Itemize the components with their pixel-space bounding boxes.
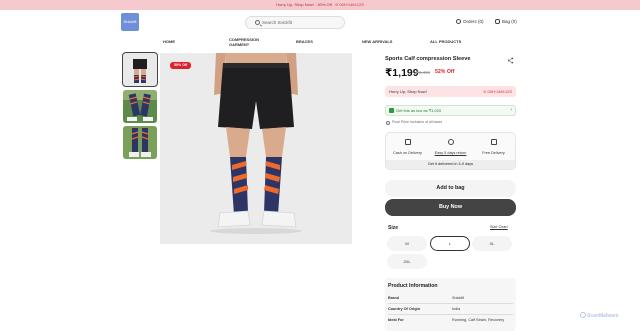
feature-cod-label: Cash on Delivery — [393, 151, 422, 155]
nav-item-home[interactable]: HOME — [163, 39, 175, 44]
hurry-timer: ⊙ 00H:14M:12S — [483, 89, 512, 94]
orders-label: Orders (0) — [463, 19, 484, 24]
search-placeholder: Search Snickfit — [262, 20, 293, 25]
promo-text: Hurry Up, Shop Now! - 50% Off — [276, 2, 332, 7]
user-icon — [456, 19, 461, 24]
watermark-text: ScanMalware — [587, 313, 619, 319]
thumbnail-1[interactable] — [122, 52, 158, 87]
info-value: Snickfit — [452, 296, 465, 300]
nav-item-braces[interactable]: BRACES — [296, 39, 313, 44]
divider — [388, 314, 513, 315]
size-option-m[interactable]: M — [387, 236, 427, 251]
thumbnail-2[interactable] — [123, 90, 157, 123]
nav-item-compression-garment[interactable]: COMPRESSION GARMENT — [229, 37, 263, 47]
brand-logo[interactable]: Snickfit — [121, 13, 139, 31]
feature-cod: Cash on Delivery — [386, 139, 429, 155]
main-product-image[interactable] — [160, 53, 352, 244]
shield-icon — [580, 312, 586, 318]
search-input[interactable]: Search Snickfit — [245, 16, 345, 29]
info-key: Ideal For — [388, 318, 404, 322]
rupee-icon — [404, 139, 411, 145]
info-key: Brand — [388, 296, 399, 300]
deal-text: Get this as low as ₹1,020 — [396, 108, 442, 113]
promo-banner: Hurry Up, Shop Now! - 50% Off ⊙ 00H:14M:… — [0, 0, 640, 10]
size-chart-link[interactable]: Size Chart — [490, 225, 508, 229]
scanmalware-watermark: ScanMalware — [580, 312, 619, 319]
product-price: ₹1,199 — [385, 67, 419, 79]
size-option-2xl[interactable]: 2XL — [387, 254, 427, 269]
truck-icon — [490, 139, 497, 145]
promo-timer: ⊙ 00H:14M:12S — [334, 2, 364, 7]
delivery-estimate: Get it delivered in 4-9 days — [386, 160, 515, 169]
final-price-note: Final Price Inclusive of all taxes — [385, 120, 442, 125]
feature-returns-label[interactable]: Easy 5 days return — [435, 151, 467, 155]
feature-free-delivery: Free Delivery — [472, 139, 515, 155]
add-to-bag-button[interactable]: Add to bag — [385, 180, 516, 197]
chevron-right-icon: › — [510, 107, 512, 113]
nav-item-new-arrivals[interactable]: NEW ARRIVALS — [362, 39, 392, 44]
buy-now-button[interactable]: Buy Now — [385, 199, 516, 216]
offer-tag-icon — [389, 108, 394, 113]
site-header: Snickfit Search Snickfit Orders (0) Bag … — [0, 10, 640, 36]
hurry-text: Hurry Up, Shop Now! — [389, 89, 427, 94]
bag-icon — [495, 19, 500, 24]
info-value: India — [452, 307, 461, 311]
product-mrp: ₹2,499 — [416, 70, 431, 75]
info-value: Running, Calf Strain, Recovery — [452, 318, 505, 322]
features-box: Cash on Delivery Easy 5 days return Free… — [385, 132, 516, 170]
orders-link[interactable]: Orders (0) — [456, 18, 484, 25]
info-icon — [386, 120, 390, 125]
bag-label: Bag (0) — [502, 19, 517, 24]
product-info-heading: Product Information — [388, 283, 438, 289]
info-key: Country Of Origin — [388, 307, 421, 311]
thumbnail-3[interactable] — [123, 126, 157, 159]
size-option-xl[interactable]: XL — [472, 236, 512, 251]
feature-returns[interactable]: Easy 5 days return — [429, 139, 472, 155]
product-discount: 52% Off — [435, 69, 455, 75]
hurry-banner: Hurry Up, Shop Now! ⊙ 00H:14M:12S — [385, 86, 516, 97]
return-icon — [447, 139, 454, 145]
bag-link[interactable]: Bag (0) — [495, 18, 517, 25]
size-option-l[interactable]: L — [430, 236, 470, 251]
nav-item-all-products[interactable]: ALL PRODUCTS — [430, 39, 461, 44]
search-icon — [255, 20, 260, 25]
final-price-text: Final Price Inclusive of all taxes — [392, 120, 443, 124]
best-deal-offer[interactable]: Get this as low as ₹1,020 › — [385, 105, 516, 116]
product-title: Sports Calf compression Sleeve — [385, 56, 471, 62]
feature-delivery-label: Free Delivery — [482, 151, 505, 155]
product-information: Product Information Brand Snickfit Count… — [385, 278, 516, 331]
divider — [388, 303, 513, 304]
share-icon[interactable] — [507, 57, 514, 64]
main-nav: HOME COMPRESSION GARMENT BRACES NEW ARRI… — [0, 36, 640, 48]
discount-badge: 50% Off — [170, 62, 192, 69]
size-label: Size — [388, 225, 399, 231]
